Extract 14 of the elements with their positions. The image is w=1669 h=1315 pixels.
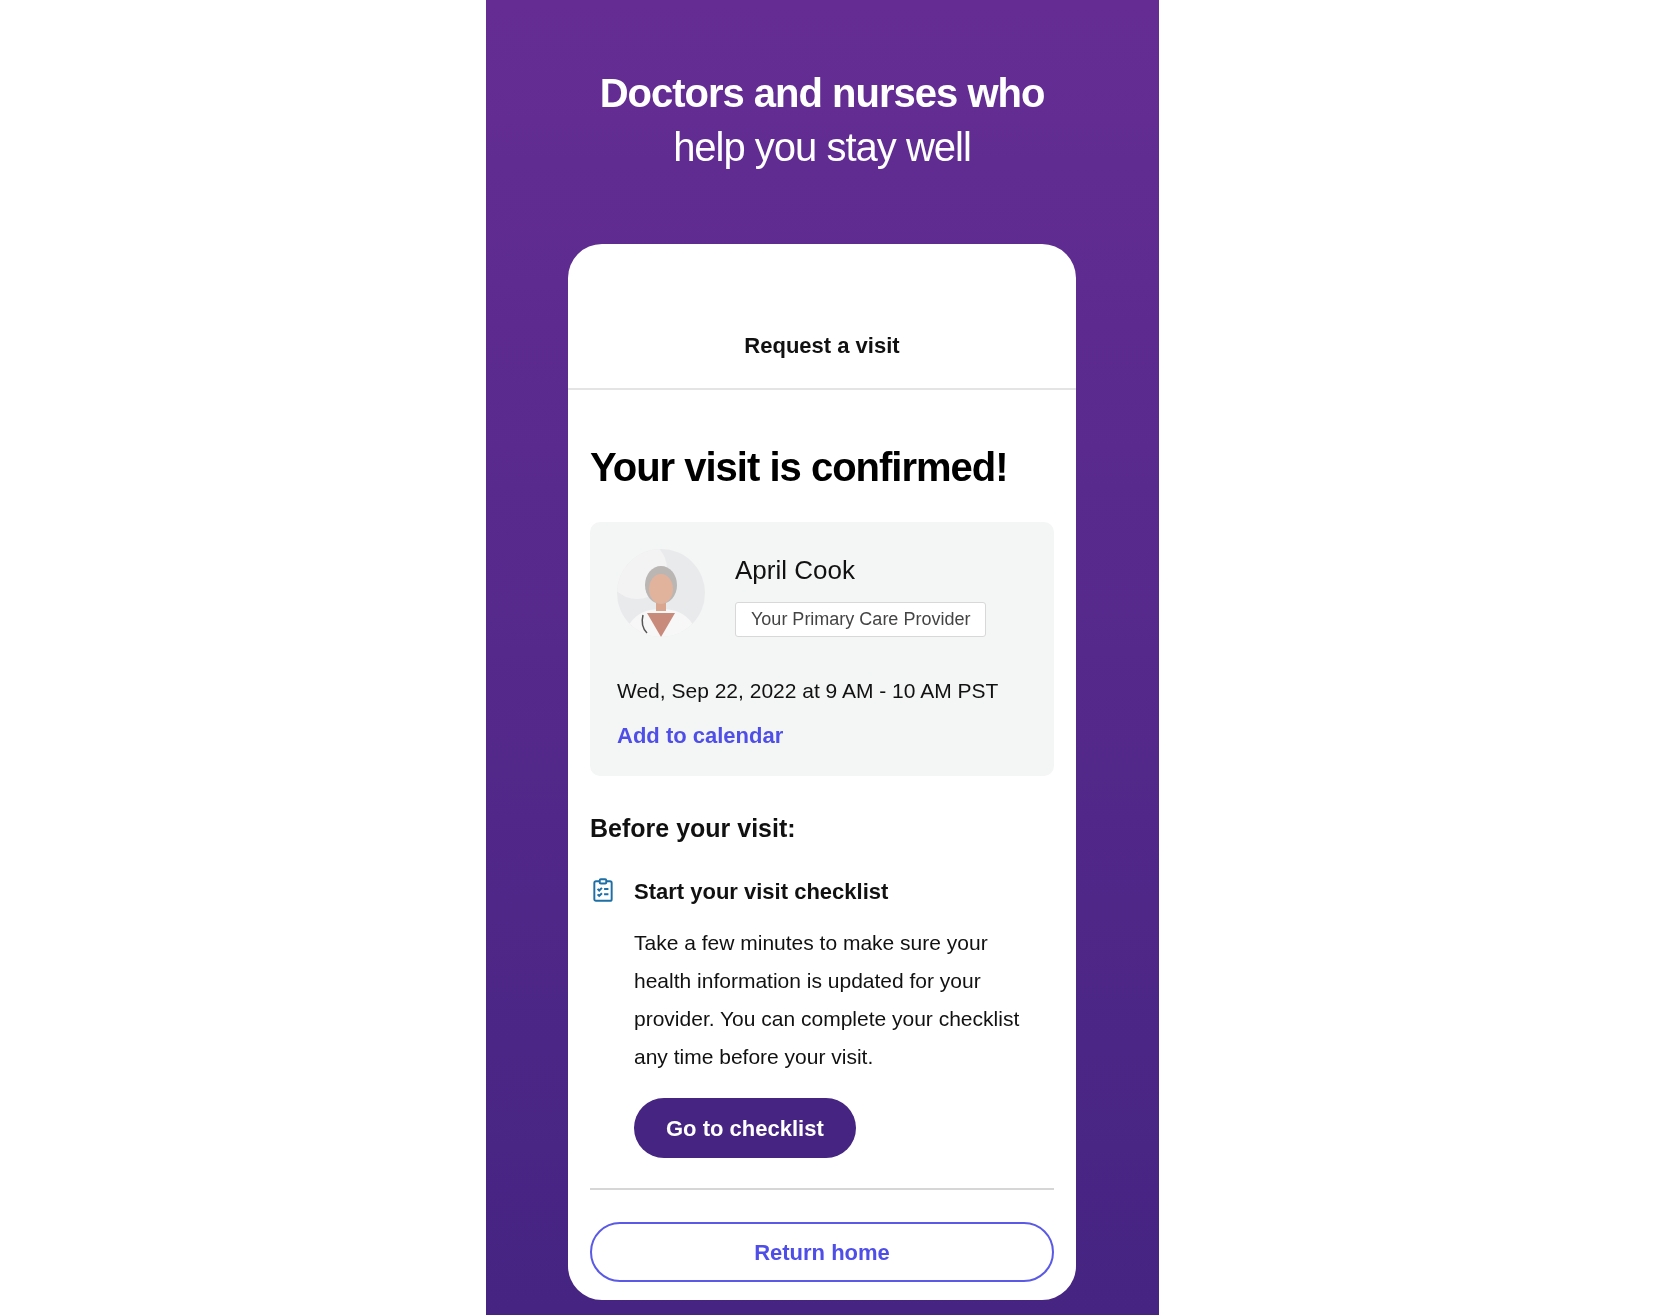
task-description: Take a few minutes to make sure your health information is updated for your provider. You can complete your checklist any time before your visit. — [634, 930, 1021, 1070]
clipboard-icon — [590, 875, 616, 905]
provider-role-tag: Your Primary Care Provider — [735, 602, 987, 637]
add-to-calendar-link[interactable]: Add to calendar — [617, 718, 784, 752]
headline: Doctors and nurses who — [599, 70, 1045, 117]
screen-title: Request a visit — [744, 332, 900, 360]
section-heading: Before your visit: — [590, 812, 797, 844]
go-to-checklist-button[interactable]: Go to checklist — [634, 1098, 856, 1158]
provider-name: April Cook — [735, 554, 856, 587]
return-home-button[interactable]: Return home — [590, 1222, 1054, 1282]
visit-time: Wed, Sep 22, 2022 at 9 AM - 10 AM PST — [617, 678, 1000, 704]
confirmation-heading: Your visit is confirmed! — [590, 444, 1009, 491]
subheadline: help you stay well — [673, 124, 971, 171]
task-title: Start your visit checklist — [634, 878, 890, 906]
